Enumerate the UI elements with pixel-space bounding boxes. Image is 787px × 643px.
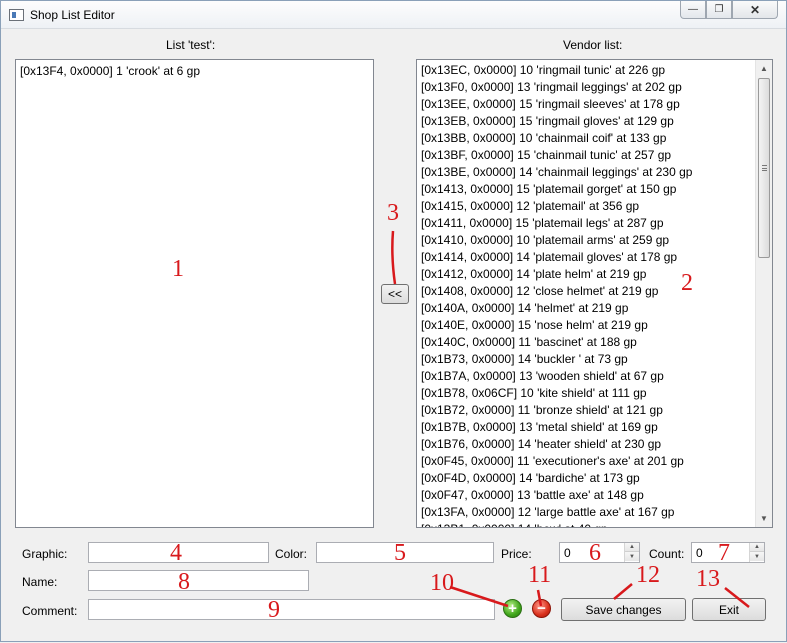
annotation-13: 13	[696, 566, 720, 592]
annotation-5: 5	[394, 540, 406, 566]
annotation-12: 12	[636, 562, 660, 588]
annotation-9: 9	[268, 597, 280, 623]
shop-list-editor-window: Shop List Editor — ❐ ✕ List 'test': [0x1…	[0, 0, 787, 642]
annotation-10: 10	[430, 570, 454, 596]
annotation-6: 6	[589, 540, 601, 566]
annotation-8: 8	[178, 569, 190, 595]
annotation-1: 1	[172, 256, 184, 282]
annotation-2: 2	[681, 270, 693, 296]
annotation-4: 4	[170, 540, 182, 566]
annotation-3: 3	[387, 200, 399, 226]
annotation-7: 7	[718, 540, 730, 566]
annotation-11: 11	[528, 562, 552, 588]
